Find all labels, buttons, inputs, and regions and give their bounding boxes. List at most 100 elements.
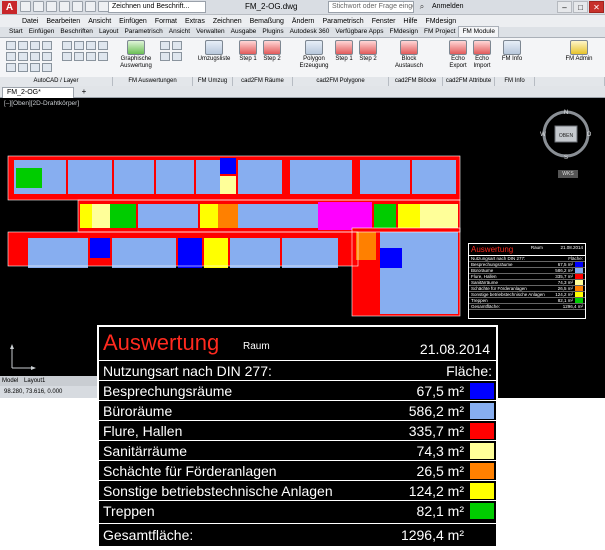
layer-icon[interactable] — [98, 41, 108, 50]
layer-icon[interactable] — [18, 63, 28, 72]
menu-item-extras[interactable]: Extras — [185, 18, 205, 25]
menu-item-einfuegen[interactable]: Einfügen — [119, 18, 147, 25]
raeume-step1-button[interactable]: Step 1 — [236, 40, 260, 63]
menu-item-format[interactable]: Format — [155, 18, 177, 25]
menu-item-datei[interactable]: Datei — [22, 18, 38, 25]
menu-item-bemassung[interactable]: Bemaßung — [250, 18, 284, 25]
maximize-button[interactable]: □ — [573, 1, 588, 13]
room-technical — [398, 204, 420, 228]
polygone-step2-button[interactable]: Step 2 — [356, 40, 380, 63]
fm-admin-button[interactable]: FM Admin — [562, 40, 596, 63]
open-file-icon[interactable] — [33, 1, 44, 12]
layer-icon[interactable] — [30, 41, 40, 50]
tab-beschriften[interactable]: Beschriften — [57, 27, 96, 37]
tab-ansicht[interactable]: Ansicht — [166, 27, 193, 37]
autocad-logo-icon[interactable]: A — [2, 1, 17, 14]
color-swatch — [575, 286, 583, 291]
group-autocad-layer[interactable]: AutoCAD / Layer — [0, 77, 113, 86]
layer-icon[interactable] — [6, 52, 16, 61]
tab-fmdesign[interactable]: FMdesign — [386, 27, 421, 37]
layer-icon[interactable] — [18, 52, 28, 61]
umzugsliste-button[interactable]: Umzugsliste — [196, 40, 232, 63]
tab-einfuegen[interactable]: Einfügen — [26, 27, 58, 37]
compass-north[interactable]: N — [564, 110, 568, 116]
wcs-menu[interactable]: WKS — [558, 170, 578, 178]
layer-icon[interactable] — [6, 63, 16, 72]
save-as-icon[interactable] — [59, 1, 70, 12]
layer-icon[interactable] — [62, 41, 72, 50]
undo-icon[interactable] — [85, 1, 96, 12]
echo-export-button[interactable]: Echo Export — [446, 40, 470, 70]
compass-south[interactable]: S — [564, 155, 568, 160]
tool-icon[interactable] — [160, 52, 170, 61]
tab-plugins[interactable]: Plugins — [259, 27, 286, 37]
print-icon[interactable] — [72, 1, 83, 12]
raeume-step2-button[interactable]: Step 2 — [260, 40, 284, 63]
save-icon[interactable] — [46, 1, 57, 12]
tool-icon[interactable] — [172, 41, 182, 50]
compass-east[interactable]: O — [587, 132, 592, 138]
polygon-erzeugung-button[interactable]: Polygon Erzeugung — [296, 40, 332, 70]
login-button[interactable]: Anmelden — [432, 1, 464, 13]
close-button[interactable]: ✕ — [589, 1, 604, 13]
tab-model[interactable]: Model — [2, 378, 18, 384]
layer-icon[interactable] — [42, 41, 52, 50]
layer-icon[interactable] — [74, 41, 84, 50]
layer-icon[interactable] — [62, 52, 72, 61]
layer-icon[interactable] — [98, 52, 108, 61]
menu-item-zeichnen[interactable]: Zeichnen — [213, 18, 242, 25]
menu-item-fmdesign[interactable]: FMdesign — [425, 18, 456, 25]
layer-icon[interactable] — [86, 41, 96, 50]
group-cad2fm-polygone[interactable]: cad2FM Polygone — [293, 77, 389, 86]
polygone-step1-button[interactable]: Step 1 — [332, 40, 356, 63]
layer-icon[interactable] — [6, 41, 16, 50]
block-icon — [400, 40, 418, 55]
layer-icon[interactable] — [30, 52, 40, 61]
group-fm-umzug[interactable]: FM Umzug — [193, 77, 233, 86]
tab-start[interactable]: Start — [6, 27, 26, 37]
tab-autodesk-360[interactable]: Autodesk 360 — [287, 27, 333, 37]
echo-import-button[interactable]: Echo Import — [470, 40, 494, 70]
viewcube-face-label: OBEN — [559, 133, 574, 139]
viewcube[interactable]: OBEN N S W O — [540, 108, 592, 160]
new-tab-icon[interactable]: + — [78, 87, 90, 98]
layer-icon[interactable] — [86, 52, 96, 61]
group-fm-auswertungen[interactable]: FM Auswertungen — [113, 77, 193, 86]
menu-item-ansicht[interactable]: Ansicht — [88, 18, 111, 25]
graphische-auswertung-button[interactable]: Graphische Auswertung — [116, 40, 156, 70]
drawing-legend[interactable]: Auswertung Raum 21.08.2014 Nutzungsart n… — [468, 243, 586, 319]
menu-item-bearbeiten[interactable]: Bearbeiten — [46, 18, 80, 25]
tab-parametrisch[interactable]: Parametrisch — [121, 27, 165, 37]
group-cad2fm-attribute[interactable]: cad2FM Attribute — [443, 77, 495, 86]
block-austausch-button[interactable]: Block Austausch — [392, 40, 426, 70]
tab-ausgabe[interactable]: Ausgabe — [228, 27, 260, 37]
layer-icon[interactable] — [30, 63, 40, 72]
search-input[interactable]: Stichwort oder Frage eingeben — [328, 1, 414, 13]
tab-verfuegbare-apps[interactable]: Verfügbare Apps — [332, 27, 386, 37]
group-cad2fm-bloecke[interactable]: cad2FM Blöcke — [389, 77, 443, 86]
menu-item-parametrisch[interactable]: Parametrisch — [322, 18, 363, 25]
workspace-select[interactable]: Zeichnen und Beschrift... — [108, 1, 206, 13]
tab-fm-project[interactable]: FM Project — [421, 27, 458, 37]
search-icon[interactable]: ⌕ — [416, 1, 428, 13]
tab-verwalten[interactable]: Verwalten — [193, 27, 228, 37]
menu-item-aendern[interactable]: Ändern — [292, 18, 315, 25]
layer-icon[interactable] — [74, 52, 84, 61]
group-fm-info[interactable]: FM Info — [495, 77, 535, 86]
tab-layout[interactable]: Layout — [96, 27, 122, 37]
tool-icon[interactable] — [160, 41, 170, 50]
fm-info-button[interactable]: FM Info — [500, 40, 524, 63]
new-file-icon[interactable] — [20, 1, 31, 12]
layer-icon[interactable] — [18, 41, 28, 50]
tab-fm-module[interactable]: FM Module — [458, 26, 499, 37]
menu-item-hilfe[interactable]: Hilfe — [403, 18, 417, 25]
menu-item-fenster[interactable]: Fenster — [372, 18, 396, 25]
tab-layout1[interactable]: Layout1 — [24, 378, 45, 384]
group-cad2fm-raeume[interactable]: cad2FM Räume — [233, 77, 293, 86]
compass-west[interactable]: W — [540, 132, 546, 138]
minimize-button[interactable]: – — [557, 1, 572, 13]
document-tab[interactable]: FM_2-OG* — [2, 87, 74, 98]
tool-icon[interactable] — [172, 52, 182, 61]
layer-icon[interactable] — [42, 63, 52, 72]
layer-icon[interactable] — [42, 52, 52, 61]
